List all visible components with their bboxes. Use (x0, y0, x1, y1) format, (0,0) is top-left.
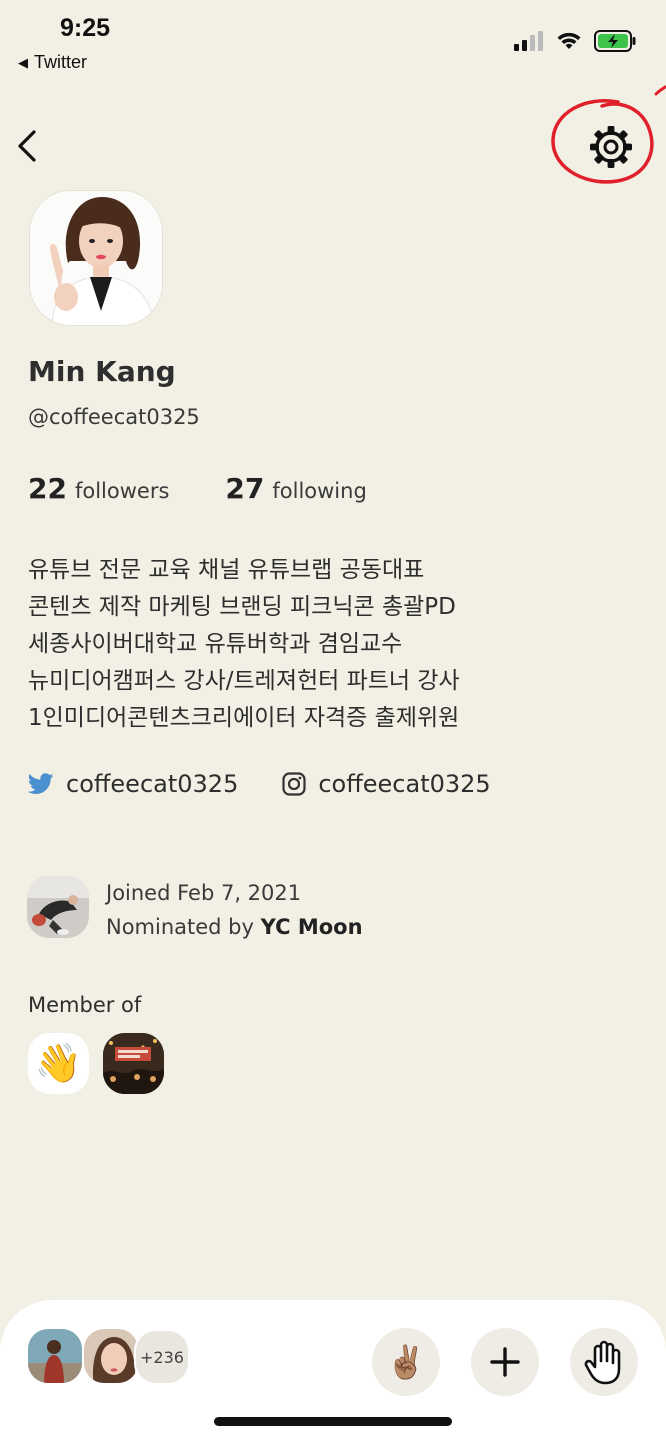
club-avatar[interactable] (103, 1033, 164, 1094)
followers-stat[interactable]: 22 followers (28, 472, 169, 505)
back-to-app-link[interactable]: ◀ Twitter (18, 52, 87, 73)
nominated-line: Nominated by YC Moon (106, 910, 363, 944)
instagram-icon (282, 772, 306, 796)
active-user-avatar[interactable] (26, 1327, 84, 1385)
waving-hand-icon: 👋 (34, 1041, 83, 1085)
active-user-avatar[interactable] (82, 1327, 140, 1385)
instagram-handle: coffeecat0325 (318, 770, 491, 798)
status-icons (514, 30, 636, 52)
instagram-link[interactable]: coffeecat0325 (282, 770, 491, 798)
club-avatar[interactable]: 👋 (28, 1033, 89, 1094)
following-label: following (272, 479, 367, 503)
nominator-avatar[interactable] (27, 876, 89, 938)
followers-label: followers (74, 479, 170, 503)
joined-info: Joined Feb 7, 2021 Nominated by YC Moon (106, 876, 363, 944)
profile-handle: @coffeecat0325 (28, 405, 200, 429)
bio-line: 1인미디어콘텐츠크리에이터 자격증 출제위원 (28, 705, 460, 731)
joined-date: Joined Feb 7, 2021 (106, 881, 302, 905)
member-of-label: Member of (28, 993, 142, 1017)
peace-emoji-button[interactable]: ✌🏽 (372, 1328, 440, 1396)
back-app-label: Twitter (34, 52, 88, 72)
profile-avatar[interactable] (29, 190, 163, 326)
following-count: 27 (225, 472, 265, 505)
raise-hand-icon (584, 1340, 621, 1385)
back-arrow-icon: ◀ (18, 54, 28, 70)
bio-line: 콘텐츠 제작 마케팅 브랜딩 피크닉콘 총괄PD (28, 594, 456, 620)
plus-button[interactable] (471, 1328, 539, 1396)
bio-line: 뉴미디어캠퍼스 강사/트레져헌터 파트너 강사 (28, 668, 460, 694)
home-indicator[interactable] (214, 1417, 452, 1426)
raise-hand-button[interactable] (570, 1328, 638, 1396)
bio-line: 세종사이버대학교 유튜버학과 겸임교수 (28, 631, 403, 657)
twitter-icon (28, 773, 54, 794)
twitter-link[interactable]: coffeecat0325 (28, 770, 238, 798)
profile-name: Min Kang (28, 355, 176, 388)
gear-icon[interactable] (586, 122, 636, 172)
battery-icon (594, 30, 636, 52)
bio-line: 유튜브 전문 교육 채널 유튜브랩 공동대표 (28, 557, 425, 583)
status-time: 9:25 (60, 14, 111, 42)
profile-bio: 유튜브 전문 교육 채널 유튜브랩 공동대표 콘텐츠 제작 마케팅 브랜딩 피크… (28, 552, 460, 737)
nominated-prefix: Nominated by (106, 915, 254, 939)
social-links: coffeecat0325 coffeecat0325 (28, 770, 491, 798)
plus-icon (490, 1347, 520, 1377)
following-stat[interactable]: 27 following (225, 472, 366, 505)
signal-icon (514, 31, 543, 51)
twitter-handle: coffeecat0325 (66, 770, 239, 798)
back-chevron-icon[interactable] (14, 126, 44, 166)
followers-count: 22 (28, 472, 67, 505)
more-users-count[interactable]: +236 (134, 1329, 190, 1385)
nominator-name[interactable]: YC Moon (261, 915, 363, 939)
wifi-icon (557, 32, 581, 49)
follow-stats: 22 followers 27 following (28, 472, 367, 505)
peace-hand-icon: ✌🏽 (386, 1343, 426, 1381)
